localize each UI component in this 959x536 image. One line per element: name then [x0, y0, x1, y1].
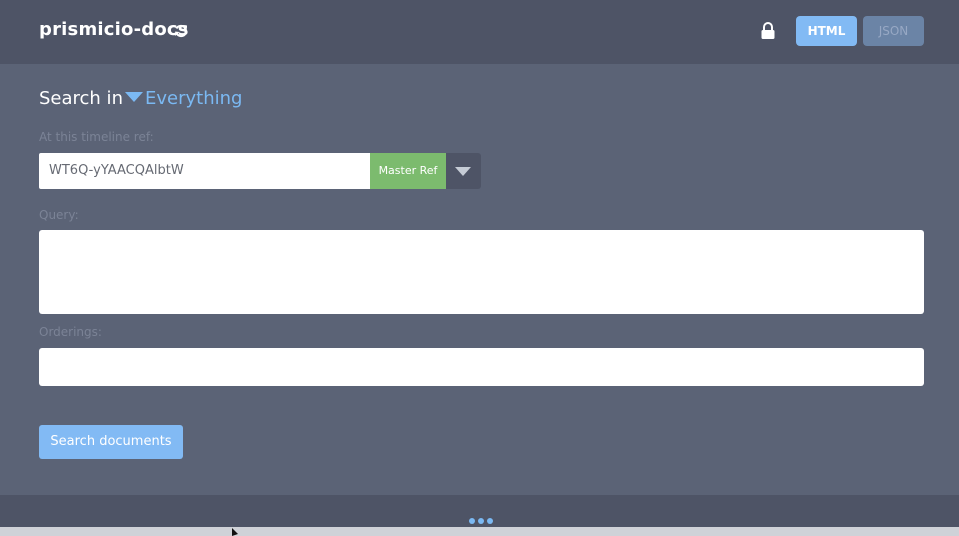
orderings-label: Orderings: — [39, 325, 102, 339]
timeline-ref-label: At this timeline ref: — [39, 130, 154, 144]
footer-strip — [0, 527, 959, 536]
more-dots-icon[interactable] — [469, 509, 496, 528]
query-input[interactable] — [39, 230, 924, 314]
app-window: prismicio-docs HTML JSON Search in Every… — [0, 0, 959, 536]
scope-value: Everything — [145, 88, 243, 109]
ref-dropdown-button[interactable] — [446, 153, 481, 189]
repo-name: prismicio-docs — [39, 19, 189, 40]
refresh-icon[interactable] — [174, 24, 188, 38]
query-label: Query: — [39, 208, 79, 222]
search-form: Search in Everything At this timeline re… — [0, 64, 959, 495]
scope-dropdown[interactable]: Everything — [125, 88, 242, 109]
html-format-button[interactable]: HTML — [796, 16, 857, 46]
search-in-label: Search in — [39, 88, 123, 109]
ref-input[interactable]: WT6Q-yYAACQAlbtW — [39, 153, 370, 189]
master-ref-badge: Master Ref — [370, 153, 446, 189]
bottom-bar — [0, 495, 959, 527]
orderings-input[interactable] — [39, 348, 924, 386]
lock-icon — [761, 22, 775, 39]
chevron-down-icon — [455, 167, 471, 176]
mouse-cursor-icon — [232, 528, 238, 536]
json-format-button[interactable]: JSON — [863, 16, 924, 46]
caret-down-icon — [125, 92, 143, 102]
search-documents-button[interactable]: Search documents — [39, 425, 183, 459]
header-bar: prismicio-docs HTML JSON — [0, 0, 959, 64]
